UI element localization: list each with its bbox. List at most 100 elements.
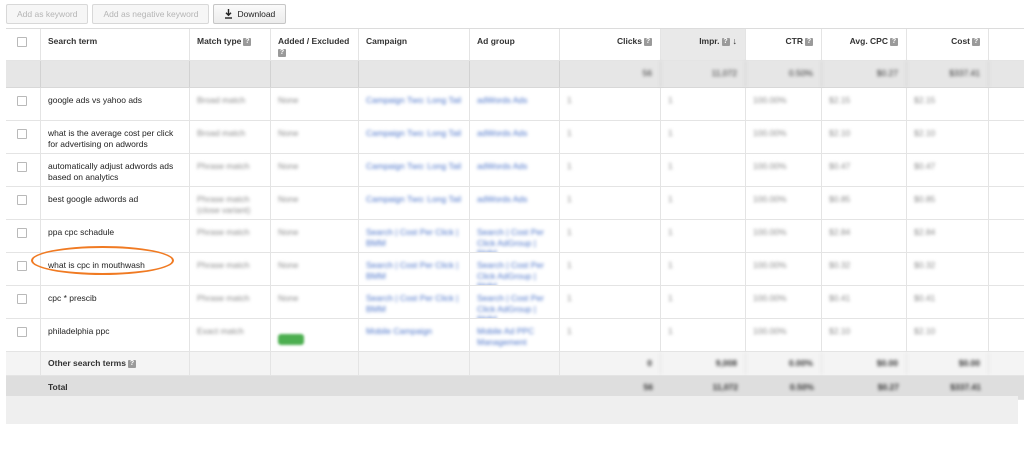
match-type-cell: Phrase match: [190, 286, 271, 318]
row-checkbox[interactable]: [17, 162, 27, 172]
select-all-checkbox[interactable]: [17, 37, 27, 47]
campaign-link[interactable]: Search | Cost Per Click | BMM: [366, 227, 463, 248]
match-type: Phrase match: [197, 161, 250, 171]
help-icon[interactable]: ?: [972, 37, 980, 46]
cost-cell: $2.15: [907, 88, 989, 120]
campaign-link[interactable]: Campaign Two: Long Tail: [366, 95, 463, 106]
help-icon[interactable]: ?: [805, 37, 813, 46]
add-as-keyword-button[interactable]: Add as keyword: [6, 4, 89, 24]
ad-group-link[interactable]: Mobile Ad PPC Management: [477, 326, 553, 347]
ctr: 100.00%: [753, 260, 787, 270]
column-ctr[interactable]: CTR?: [746, 29, 822, 60]
search-term: what is cpc in mouthwash: [41, 253, 190, 285]
campaign-link[interactable]: Campaign Two: Long Tail: [366, 161, 463, 172]
match-type-cell: Phrase match: [190, 220, 271, 252]
column-added-excluded[interactable]: Added / Excluded?: [271, 29, 359, 60]
row-checkbox[interactable]: [17, 294, 27, 304]
campaign-link[interactable]: Campaign Two: Long Tail: [366, 194, 463, 205]
row-checkbox[interactable]: [17, 195, 27, 205]
table-row: cpc * prescib Phrase match None Search | Co…: [6, 286, 1024, 319]
clicks-cell: 1: [560, 253, 661, 285]
ad-group-link[interactable]: adWords Ads: [477, 128, 553, 139]
cost: $2.10: [914, 128, 936, 138]
column-label: Impr.: [699, 36, 720, 46]
ad-group-link[interactable]: Search | Cost Per Click AdGroup | BMM: [477, 227, 553, 252]
column-impressions[interactable]: Impr.? ↓: [661, 29, 746, 60]
cost-cell: $2.10: [907, 319, 989, 351]
other-search-terms-label-cell: Other search terms?: [41, 352, 190, 375]
search-term: cpc * prescib: [41, 286, 190, 318]
summary-empty: [271, 61, 359, 87]
campaign-link[interactable]: Search | Cost Per Click | BMM: [366, 260, 463, 281]
ad-group-link[interactable]: Search | Cost Per Click AdGroup | BMM: [477, 260, 553, 285]
add-as-negative-keyword-button[interactable]: Add as negative keyword: [92, 4, 210, 24]
other-empty: [6, 352, 41, 375]
cost-cell: $0.85: [907, 187, 989, 219]
ad-group-link[interactable]: adWords Ads: [477, 161, 553, 172]
cost-cell: $0.32: [907, 253, 989, 285]
ctr: 100.00%: [753, 326, 787, 336]
impr: 1: [668, 326, 673, 336]
search-terms-table: Search term Match type? Added / Excluded…: [6, 28, 1024, 400]
added-excluded-cell: None: [271, 220, 359, 252]
added-excluded-cell: None: [271, 121, 359, 153]
summary-impr: 11,072: [661, 61, 746, 87]
row-checkbox[interactable]: [17, 96, 27, 106]
ctr-cell: 100.00%: [746, 220, 822, 252]
avg-cpc-cell: $0.85: [822, 187, 907, 219]
match-type: Broad match: [197, 128, 246, 138]
table-row: best google adwords ad Phrase match (clos…: [6, 187, 1024, 220]
download-button[interactable]: Download: [213, 4, 287, 24]
row-checkbox[interactable]: [17, 261, 27, 271]
ad-group-link-cell: Search | Cost Per Click AdGroup | BMM: [470, 220, 560, 252]
column-ad-group[interactable]: Ad group: [470, 29, 560, 60]
row-checkbox-cell: [6, 154, 41, 186]
ad-group-link-cell: Mobile Ad PPC Management: [470, 319, 560, 351]
added-excluded-cell: None: [271, 187, 359, 219]
added-excluded: None: [278, 260, 299, 270]
clicks: 1: [567, 293, 572, 303]
added-excluded-cell: None: [271, 253, 359, 285]
match-type-cell: Broad match: [190, 121, 271, 153]
help-icon[interactable]: ?: [644, 37, 652, 46]
column-label: Avg. CPC: [849, 36, 888, 46]
campaign-link[interactable]: Campaign Two: Long Tail: [366, 128, 463, 139]
row-checkbox[interactable]: [17, 129, 27, 139]
campaign-link[interactable]: Search | Cost Per Click | BMM: [366, 293, 463, 314]
other-search-terms-row: Other search terms? 0 9,008 0.00% $0.00 …: [6, 352, 1024, 376]
cost: $0.47: [914, 161, 936, 171]
footer-area: [6, 396, 1018, 424]
ad-group-link[interactable]: adWords Ads: [477, 95, 553, 106]
column-search-term[interactable]: Search term: [41, 29, 190, 60]
row-checkbox[interactable]: [17, 228, 27, 238]
row-checkbox-cell: [6, 319, 41, 351]
avg-cpc-cell: $0.47: [822, 154, 907, 186]
avg-cpc: $0.32: [829, 260, 851, 270]
help-icon[interactable]: ?: [278, 49, 286, 58]
match-type-cell: Phrase match: [190, 154, 271, 186]
impr-cell: 1: [661, 88, 746, 120]
help-icon[interactable]: ?: [890, 37, 898, 46]
row-checkbox-cell: [6, 220, 41, 252]
row-checkbox-cell: [6, 286, 41, 318]
column-clicks[interactable]: Clicks?: [560, 29, 661, 60]
summary-row: 56 11,072 0.50% $0.27 $337.41: [6, 61, 1024, 88]
column-avg-cpc[interactable]: Avg. CPC?: [822, 29, 907, 60]
match-type: Exact match: [197, 326, 244, 336]
avg-cpc: $0.85: [829, 194, 851, 204]
column-label: Added / Excluded: [278, 36, 350, 46]
ad-group-link[interactable]: Search | Cost Per Click AdGroup | BMM: [477, 293, 553, 318]
help-icon[interactable]: ?: [721, 37, 730, 46]
row-checkbox[interactable]: [17, 327, 27, 337]
campaign-link[interactable]: Mobile Campaign: [366, 326, 463, 337]
help-icon[interactable]: ?: [127, 359, 136, 368]
impr-cell: 1: [661, 121, 746, 153]
added-excluded-cell: None: [271, 88, 359, 120]
column-cost[interactable]: Cost?: [907, 29, 989, 60]
column-match-type[interactable]: Match type?: [190, 29, 271, 60]
ad-group-link[interactable]: adWords Ads: [477, 194, 553, 205]
ctr-cell: 100.00%: [746, 121, 822, 153]
avg-cpc: $0.41: [829, 293, 851, 303]
column-campaign[interactable]: Campaign: [359, 29, 470, 60]
help-icon[interactable]: ?: [243, 37, 252, 46]
